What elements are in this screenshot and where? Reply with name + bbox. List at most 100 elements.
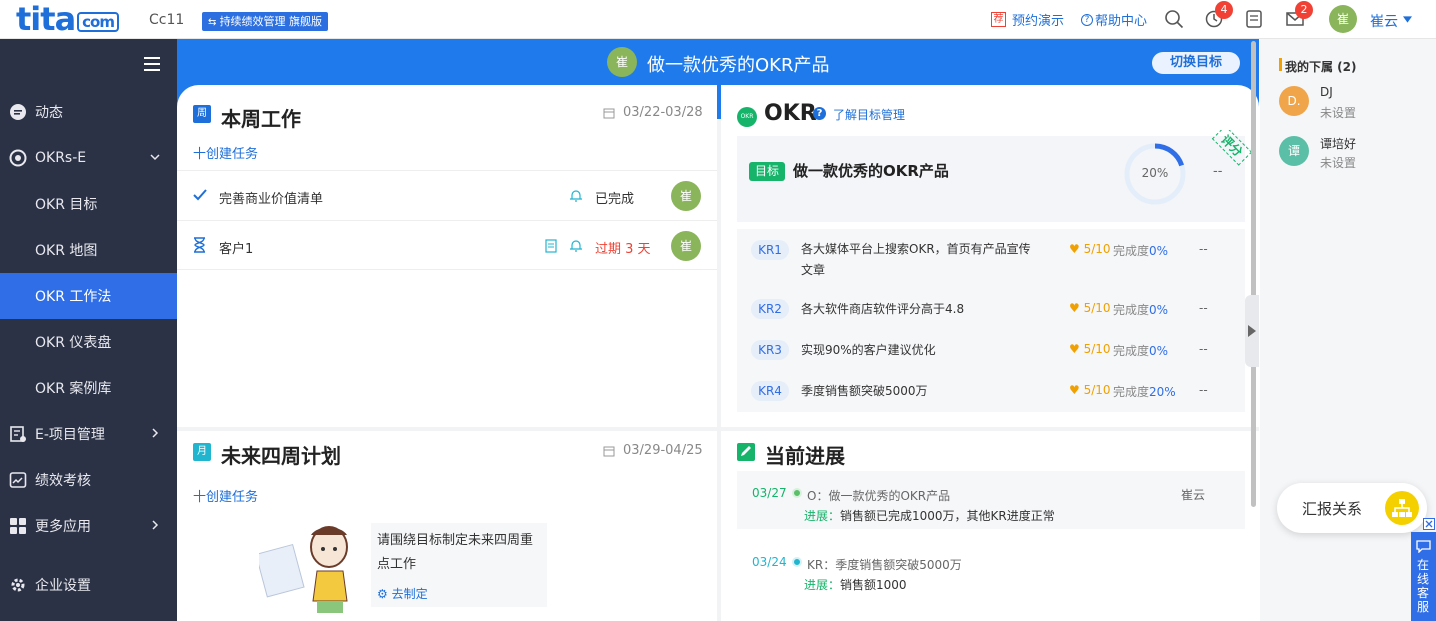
learn-goal-link[interactable]: 了解目标管理 xyxy=(833,106,905,123)
subordinate-avatar: D. xyxy=(1279,86,1309,116)
switch-goal-button[interactable]: 切换目标 xyxy=(1152,52,1240,74)
plan-tip-link[interactable]: ⚙ 去制定 xyxy=(377,585,428,602)
report-relation-label: 汇报关系 xyxy=(1302,500,1363,518)
sidebar-item-settings[interactable]: 企业设置 xyxy=(0,562,177,608)
task-assignee-avatar[interactable]: 崔 xyxy=(671,231,701,261)
progress-percent: 20% xyxy=(1141,166,1169,180)
sidebar-item-project[interactable]: E-项目管理 xyxy=(0,411,177,457)
mascot-illustration xyxy=(259,526,348,613)
sidebar-item-okr-dashboard[interactable]: OKR 仪表盘 xyxy=(0,319,177,365)
kr-progress: 完成度0% xyxy=(1113,342,1168,359)
report-relation-button[interactable]: 汇报关系 xyxy=(1277,483,1427,533)
subordinate-item[interactable]: 谭 谭培好 未设置 xyxy=(1279,134,1429,174)
progress-entry-date: 03/24 xyxy=(752,555,787,569)
app-icon[interactable] xyxy=(1244,9,1264,29)
collapse-panel-tab[interactable] xyxy=(1245,295,1259,367)
objective-box[interactable]: 目标 做一款优秀的OKR产品 20% -- 评分 xyxy=(737,130,1253,222)
kr-progress: 完成度20% xyxy=(1113,383,1176,400)
task-status-overdue: 过期 3 天 xyxy=(595,242,651,257)
project-icon xyxy=(10,426,26,442)
settings-small-icon: ⚙ xyxy=(377,587,392,601)
rate-corner[interactable]: 评分 xyxy=(1195,130,1255,170)
kr-score-value: 5/10 xyxy=(1083,342,1111,356)
demo-link[interactable]: 荐 预约演示 xyxy=(991,10,1064,29)
kr-row[interactable]: KR3 实现90%的客户建议优化 ♥ 5/10 完成度0% -- xyxy=(737,330,1245,371)
user-name[interactable]: 崔云 xyxy=(1370,11,1398,31)
top-bar: tita com Cc11 ⇆ 持续绩效管理 旗舰版 荐 预约演示 ? 帮助中心 … xyxy=(0,0,1436,39)
sidebar-item-performance[interactable]: 绩效考核 xyxy=(0,457,177,503)
task-name: 完善商业价值清单 xyxy=(219,192,324,207)
kr-progress-value: 20% xyxy=(1149,385,1176,399)
progress-dot xyxy=(792,488,802,498)
menu-icon[interactable] xyxy=(144,57,160,71)
calendar-icon xyxy=(603,446,615,457)
notification-badge: 4 xyxy=(1215,1,1233,19)
question-icon[interactable]: ? xyxy=(813,107,826,120)
sidebar-item-label: OKR 仪表盘 xyxy=(35,335,112,351)
task-row[interactable]: 客户1 过期 3 天 崔 xyxy=(177,220,717,270)
company-name[interactable]: Cc11 xyxy=(149,12,184,28)
sidebar-item-activity[interactable]: 动态 xyxy=(0,89,177,135)
future-create-task-link[interactable]: 十创建任务 xyxy=(193,486,258,505)
progress-entry-label: 进展： xyxy=(804,509,841,523)
sidebar-item-okr-goal[interactable]: OKR 目标 xyxy=(0,181,177,227)
weekly-date-range[interactable]: 03/22-03/28 xyxy=(623,105,703,120)
progress-title: 当前进展 xyxy=(765,444,845,468)
kr-row[interactable]: KR1 各大媒体平台上搜索OKR，首页有产品宣传文章 ♥ 5/10 完成度0% … xyxy=(737,229,1245,289)
progress-entry[interactable]: 03/24 KR：季度销售额突破5000万 进展： 销售额1000 xyxy=(737,543,1245,593)
chevron-down-icon[interactable] xyxy=(1403,16,1412,23)
recommend-icon: 荐 xyxy=(991,12,1006,27)
sidebar-item-okr-map[interactable]: OKR 地图 xyxy=(0,227,177,273)
weekly-create-task-link[interactable]: 十创建任务 xyxy=(193,143,258,162)
kr-score-dash: -- xyxy=(1199,342,1208,356)
scrollbar[interactable] xyxy=(1251,41,1256,507)
sidebar-item-label: 动态 xyxy=(35,105,63,121)
sidebar-item-more-apps[interactable]: 更多应用 xyxy=(0,503,177,549)
kr-progress-value: 0% xyxy=(1149,344,1169,358)
task-assignee-avatar[interactable]: 崔 xyxy=(671,181,701,211)
version-badge-label: 持续绩效管理 旗舰版 xyxy=(219,15,323,28)
kr-score[interactable]: ♥ 5/10 xyxy=(1069,301,1111,315)
progress-entry[interactable]: 03/27 O：做一款优秀的OKR产品 崔云 进展： 销售额已完成1000万，其… xyxy=(737,471,1245,529)
sidebar-item-label: E-项目管理 xyxy=(35,427,105,443)
kr-text: 各大媒体平台上搜索OKR，首页有产品宣传文章 xyxy=(801,242,1031,277)
plan-tip-box: 请围绕目标制定未来四周重点工作 ⚙ 去制定 xyxy=(371,523,547,607)
task-name: 客户1 xyxy=(219,242,254,257)
kr-score-dash: -- xyxy=(1199,301,1208,315)
chevron-right-icon xyxy=(152,428,159,438)
user-avatar[interactable]: 崔 xyxy=(1329,5,1357,33)
kr-score[interactable]: ♥ 5/10 xyxy=(1069,242,1111,256)
subordinate-item[interactable]: D. DJ 未设置 xyxy=(1279,84,1429,124)
online-service-button[interactable]: 在线客服 xyxy=(1411,532,1436,621)
banner-avatar: 崔 xyxy=(607,47,637,77)
sidebar-item-okrs-e[interactable]: OKRs-E xyxy=(0,135,177,181)
sidebar-item-okr-workflow[interactable]: OKR 工作法 xyxy=(0,273,177,319)
logo-text: tita xyxy=(16,0,76,38)
okr-title: OKR xyxy=(764,101,817,126)
task-row[interactable]: 完善商业价值清单 已完成 崔 xyxy=(177,170,717,220)
check-icon xyxy=(193,189,207,201)
kr-row[interactable]: KR2 各大软件商店软件评分高于4.8 ♥ 5/10 完成度0% -- xyxy=(737,289,1245,330)
search-icon[interactable] xyxy=(1164,9,1184,29)
progress-entry-content: 销售额1000 xyxy=(840,578,907,592)
help-link[interactable]: ? 帮助中心 xyxy=(1081,10,1147,29)
sidebar-item-label: OKR 工作法 xyxy=(35,289,112,305)
tita-logo[interactable]: tita com xyxy=(16,2,119,36)
future-date-range[interactable]: 03/29-04/25 xyxy=(623,443,703,458)
heart-icon: ♥ xyxy=(1069,301,1080,315)
kr-text: 各大软件商店软件评分高于4.8 xyxy=(801,302,965,316)
kr-text: 实现90%的客户建议优化 xyxy=(801,343,936,357)
sidebar-item-label: 绩效考核 xyxy=(35,473,91,489)
kr-row[interactable]: KR4 季度销售额突破5000万 ♥ 5/10 完成度20% -- xyxy=(737,371,1245,412)
version-badge[interactable]: ⇆ 持续绩效管理 旗舰版 xyxy=(202,12,329,31)
kr-progress: 完成度0% xyxy=(1113,242,1168,259)
kr-score[interactable]: ♥ 5/10 xyxy=(1069,342,1111,356)
chevron-right-icon xyxy=(152,520,159,530)
sidebar-item-okr-cases[interactable]: OKR 案例库 xyxy=(0,365,177,411)
activity-icon xyxy=(10,104,26,120)
subordinates-title: 我的下属 (2) xyxy=(1285,60,1357,74)
kr-score[interactable]: ♥ 5/10 xyxy=(1069,383,1111,397)
mail-badge: 2 xyxy=(1295,1,1313,19)
kr-progress-value: 0% xyxy=(1149,244,1169,258)
close-icon[interactable] xyxy=(1423,518,1435,530)
